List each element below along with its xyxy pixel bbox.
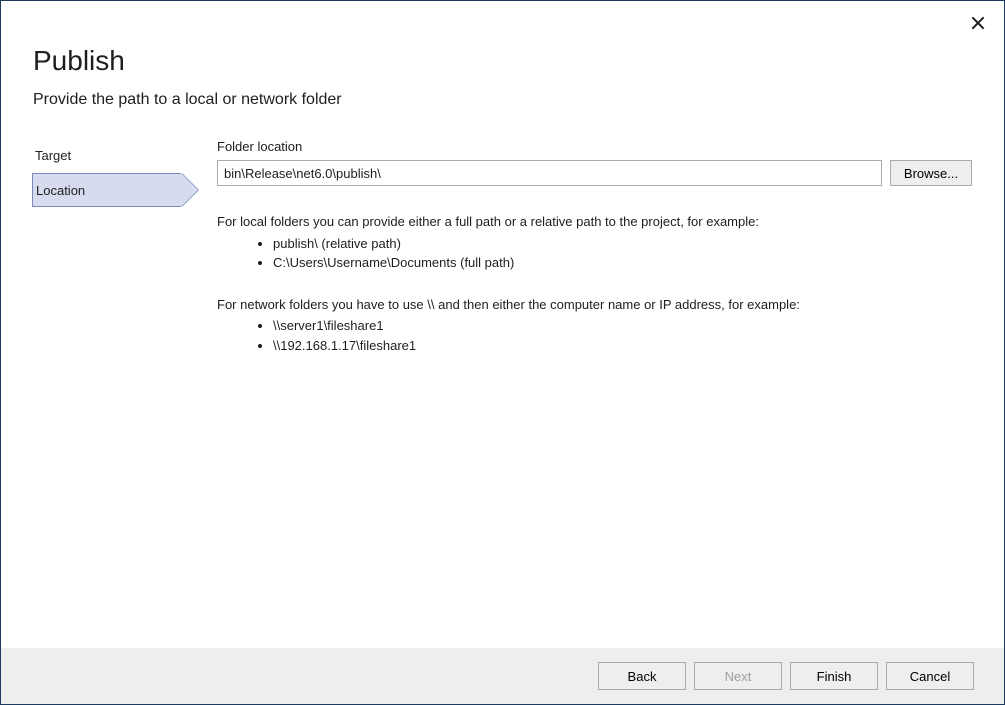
- back-button[interactable]: Back: [598, 662, 686, 690]
- page-title: Publish: [33, 45, 972, 77]
- page-subtitle: Provide the path to a local or network f…: [33, 91, 972, 109]
- sidebar-item-location[interactable]: Location: [32, 173, 181, 207]
- wizard-main: Folder location Browse... For local fold…: [181, 139, 972, 589]
- help-network-example: \\192.168.1.17\fileshare1: [273, 336, 972, 356]
- help-network-example: \\server1\fileshare1: [273, 316, 972, 336]
- help-local-intro: For local folders you can provide either…: [217, 212, 972, 232]
- help-network-intro: For network folders you have to use \\ a…: [217, 295, 972, 315]
- dialog-body: Target Location Folder location Browse..…: [1, 109, 1004, 589]
- folder-location-input[interactable]: [217, 160, 882, 186]
- help-network-list: \\server1\fileshare1 \\192.168.1.17\file…: [217, 316, 972, 355]
- close-icon[interactable]: [970, 15, 986, 31]
- folder-location-row: Browse...: [217, 160, 972, 186]
- cancel-button[interactable]: Cancel: [886, 662, 974, 690]
- help-text: For local folders you can provide either…: [217, 212, 972, 355]
- sidebar-item-target[interactable]: Target: [33, 139, 181, 173]
- sidebar-item-label: Target: [35, 148, 71, 163]
- wizard-sidebar: Target Location: [1, 139, 181, 589]
- dialog-header: Publish Provide the path to a local or n…: [1, 1, 1004, 109]
- dialog-footer: Back Next Finish Cancel: [1, 648, 1004, 704]
- sidebar-item-label: Location: [36, 183, 85, 198]
- finish-button[interactable]: Finish: [790, 662, 878, 690]
- folder-location-label: Folder location: [217, 139, 972, 154]
- next-button: Next: [694, 662, 782, 690]
- help-local-example: C:\Users\Username\Documents (full path): [273, 253, 972, 273]
- help-local-example: publish\ (relative path): [273, 234, 972, 254]
- help-local-list: publish\ (relative path) C:\Users\Userna…: [217, 234, 972, 273]
- browse-button[interactable]: Browse...: [890, 160, 972, 186]
